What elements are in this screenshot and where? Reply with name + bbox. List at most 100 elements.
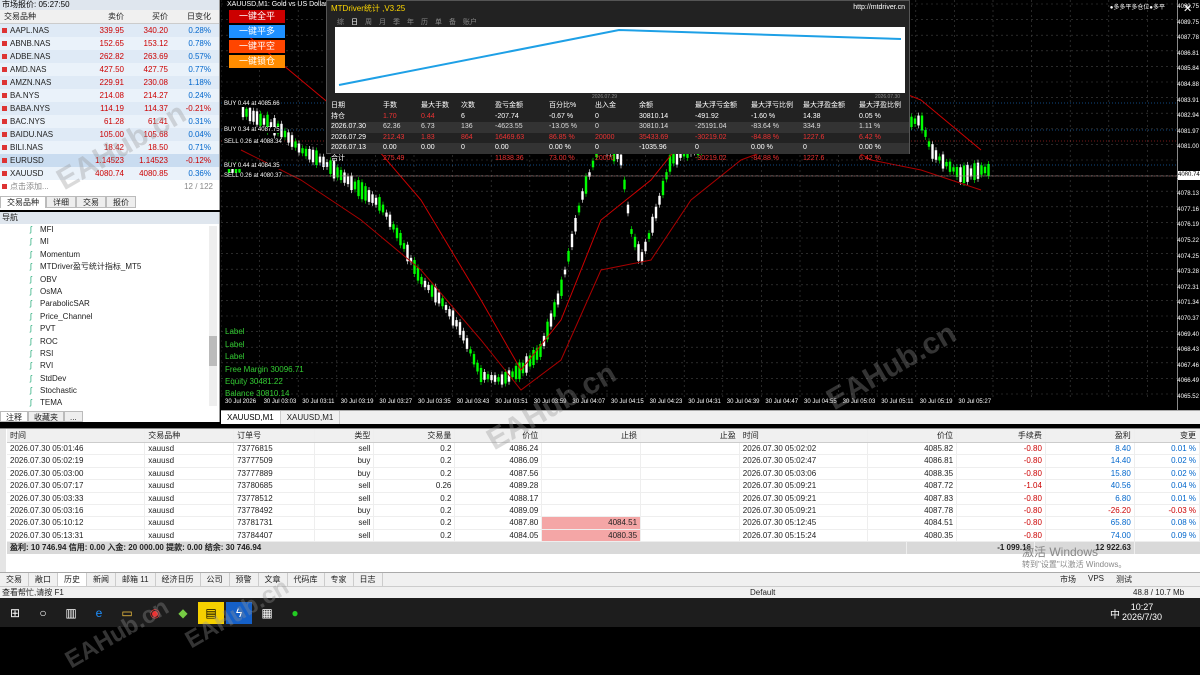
chart-tab[interactable]: XAUUSD,M1	[221, 411, 281, 424]
mt5-icon[interactable]: ϟ	[226, 601, 252, 624]
navigator-indicator-item[interactable]: StdDev	[0, 373, 219, 386]
metaquotes-icon[interactable]: ▤	[198, 601, 224, 624]
symbol-name[interactable]: BABA.NYS	[0, 102, 80, 115]
wechat-icon[interactable]: ●	[282, 602, 308, 624]
mtdriver-tab[interactable]: 单	[435, 17, 442, 27]
navigator-scrollbar[interactable]	[209, 226, 217, 406]
navigator-indicator-item[interactable]: ParabolicSAR	[0, 298, 219, 311]
navigator-indicator-item[interactable]: Stochastic	[0, 385, 219, 398]
navigator-indicator-item[interactable]: RVI	[0, 360, 219, 373]
symbol-name[interactable]: BA.NYS	[0, 89, 80, 102]
tab-more[interactable]: ...	[64, 411, 83, 422]
symbol-row[interactable]: BA.NYS 214.08 214.27 0.24%	[0, 89, 219, 102]
order-tag[interactable]: BUY 0.44 at 4085.66	[224, 101, 280, 107]
clock-date[interactable]: 2026/7/30	[1122, 612, 1162, 622]
symbol-name[interactable]: XAUUSD	[0, 167, 80, 180]
mtdriver-tab[interactable]: 账户	[463, 17, 477, 27]
market-button[interactable]: 市场	[1060, 574, 1076, 585]
history-row[interactable]: 2026.07.30 05:10:12 xauusd 73781731 sell 0.2…	[7, 517, 1200, 530]
ime-indicator[interactable]: 中	[1110, 606, 1120, 621]
windows-start-icon[interactable]: ⊞	[2, 602, 28, 624]
col-bid[interactable]: 卖价	[80, 10, 124, 23]
mtdriver-tab[interactable]: 季	[393, 17, 400, 27]
scroll-thumb[interactable]	[209, 336, 217, 366]
toolbox-tab[interactable]: 文章	[259, 573, 288, 586]
close-chart-icon[interactable]: ✕	[1183, 2, 1192, 15]
order-tag[interactable]: SELL 0.26 at 4088.34	[224, 139, 282, 145]
toolbox-tab[interactable]: 历史	[58, 573, 87, 586]
add-symbol-label[interactable]: 点击添加...	[0, 180, 130, 193]
symbol-name[interactable]: BILI.NAS	[0, 141, 80, 154]
toolbox-tab[interactable]: 新闻	[87, 573, 116, 586]
history-col-header[interactable]: 订单号	[234, 429, 316, 442]
symbol-row[interactable]: AAPL.NAS 339.95 340.20 0.28%	[0, 24, 219, 37]
close-all-button[interactable]: 一键全平	[229, 10, 285, 23]
task-view-icon[interactable]: ▥	[58, 602, 84, 624]
search-icon[interactable]: ○	[30, 602, 56, 624]
symbol-row[interactable]: BAC.NYS 61.28 61.41 0.31%	[0, 115, 219, 128]
toolbox-tab[interactable]: 公司	[201, 573, 230, 586]
navigator-indicator-item[interactable]: MFI	[0, 224, 219, 237]
symbol-name[interactable]: BAIDU.NAS	[0, 128, 80, 141]
order-tag[interactable]: SELL 0.26 at 4080.37	[224, 173, 282, 179]
symbol-name[interactable]: ABNB.NAS	[0, 37, 80, 50]
mtdriver-tab[interactable]: 备	[449, 17, 456, 27]
history-col-header[interactable]: 时间	[740, 429, 869, 442]
tester-button[interactable]: 测试	[1116, 574, 1132, 585]
history-col-header[interactable]: 价位	[455, 429, 543, 442]
symbol-row[interactable]: BILI.NAS 18.42 18.50 0.71%	[0, 141, 219, 154]
col-change[interactable]: 日变化	[168, 10, 214, 23]
history-row[interactable]: 2026.07.30 05:03:33 xauusd 73778512 sell 0.2…	[7, 492, 1200, 505]
chart-tab[interactable]: XAUUSD,M1	[281, 411, 341, 424]
symbol-row[interactable]: ADBE.NAS 262.82 263.69 0.57%	[0, 50, 219, 63]
navigator-indicator-item[interactable]: MTDriver盈亏统计指标_MT5	[0, 261, 219, 274]
symbol-row[interactable]: BABA.NYS 114.19 114.37 -0.21%	[0, 102, 219, 115]
toolbox-tab[interactable]: 代码库	[288, 573, 325, 586]
navigator-indicator-item[interactable]: OBV	[0, 274, 219, 287]
history-row[interactable]: 2026.07.30 05:13:31 xauusd 73784407 sell 0.2…	[7, 529, 1200, 543]
explorer-icon[interactable]: ▭	[114, 602, 140, 624]
symbol-row[interactable]: AMZN.NAS 229.91 230.08 1.18%	[0, 76, 219, 89]
symbol-name[interactable]: AAPL.NAS	[0, 24, 80, 37]
toolbox-tab[interactable]: 敞口	[29, 573, 58, 586]
history-col-header[interactable]: 交易品种	[145, 429, 235, 442]
toolbox-tab[interactable]: 日志	[354, 573, 383, 586]
calculator-icon[interactable]: ▦	[254, 602, 280, 624]
symbol-row[interactable]: EURUSD 1.14523 1.14523 -0.12%	[0, 154, 219, 167]
order-tag[interactable]: BUY 0.44 at 4084.35	[224, 163, 280, 169]
toolbox-tab[interactable]: 预警	[230, 573, 259, 586]
col-symbol[interactable]: 交易品种	[0, 10, 80, 23]
tab-common[interactable]: 注释	[0, 411, 28, 422]
chrome-icon[interactable]: ◉	[142, 602, 168, 624]
toolbox-side-handle[interactable]	[0, 429, 6, 573]
mtdriver-tab[interactable]: 周	[365, 17, 372, 27]
history-row[interactable]: 2026.07.30 05:07:17 xauusd 73780685 sell 0.2…	[7, 480, 1200, 493]
close-short-button[interactable]: 一键平空	[229, 40, 285, 53]
navigator-indicator-item[interactable]: MI	[0, 236, 219, 249]
history-col-header[interactable]: 类型	[315, 429, 375, 442]
col-ask[interactable]: 买价	[124, 10, 168, 23]
app-icon[interactable]: ◆	[170, 602, 196, 624]
history-col-header[interactable]: 止盈	[641, 429, 740, 442]
toolbox-tab[interactable]: 交易	[0, 573, 29, 586]
history-row[interactable]: 2026.07.30 05:03:16 xauusd 73778492 buy 0.2 4…	[7, 504, 1200, 518]
tab-symbols[interactable]: 交易品种	[0, 196, 46, 208]
symbol-row[interactable]: ABNB.NAS 152.65 153.12 0.78%	[0, 37, 219, 50]
navigator-indicator-item[interactable]: TEMA	[0, 397, 219, 410]
lock-button[interactable]: 一键锁仓	[229, 55, 285, 68]
history-col-header[interactable]: 手续费	[957, 429, 1046, 442]
order-tag[interactable]: BUY 0.34 at 4087.75	[224, 127, 280, 133]
history-row[interactable]: 2026.07.30 05:03:00 xauusd 73777889 buy 0.2 4…	[7, 467, 1200, 481]
symbol-row[interactable]: BAIDU.NAS 105.00 105.68 0.04%	[0, 128, 219, 141]
mtdriver-tab[interactable]: 历	[421, 17, 428, 27]
symbol-name[interactable]: BAC.NYS	[0, 115, 80, 128]
navigator-indicator-item[interactable]: PVT	[0, 323, 219, 336]
tab-trading[interactable]: 交易	[76, 196, 106, 208]
edge-icon[interactable]: e	[86, 602, 112, 624]
add-symbol-row[interactable]: 点击添加... 12 / 122	[0, 180, 219, 193]
close-long-button[interactable]: 一键平多	[229, 25, 285, 38]
symbol-name[interactable]: EURUSD	[0, 154, 80, 167]
tab-details[interactable]: 详细	[46, 196, 76, 208]
symbol-name[interactable]: AMD.NAS	[0, 63, 80, 76]
mtdriver-url[interactable]: http://mtdriver.cn	[853, 4, 905, 11]
